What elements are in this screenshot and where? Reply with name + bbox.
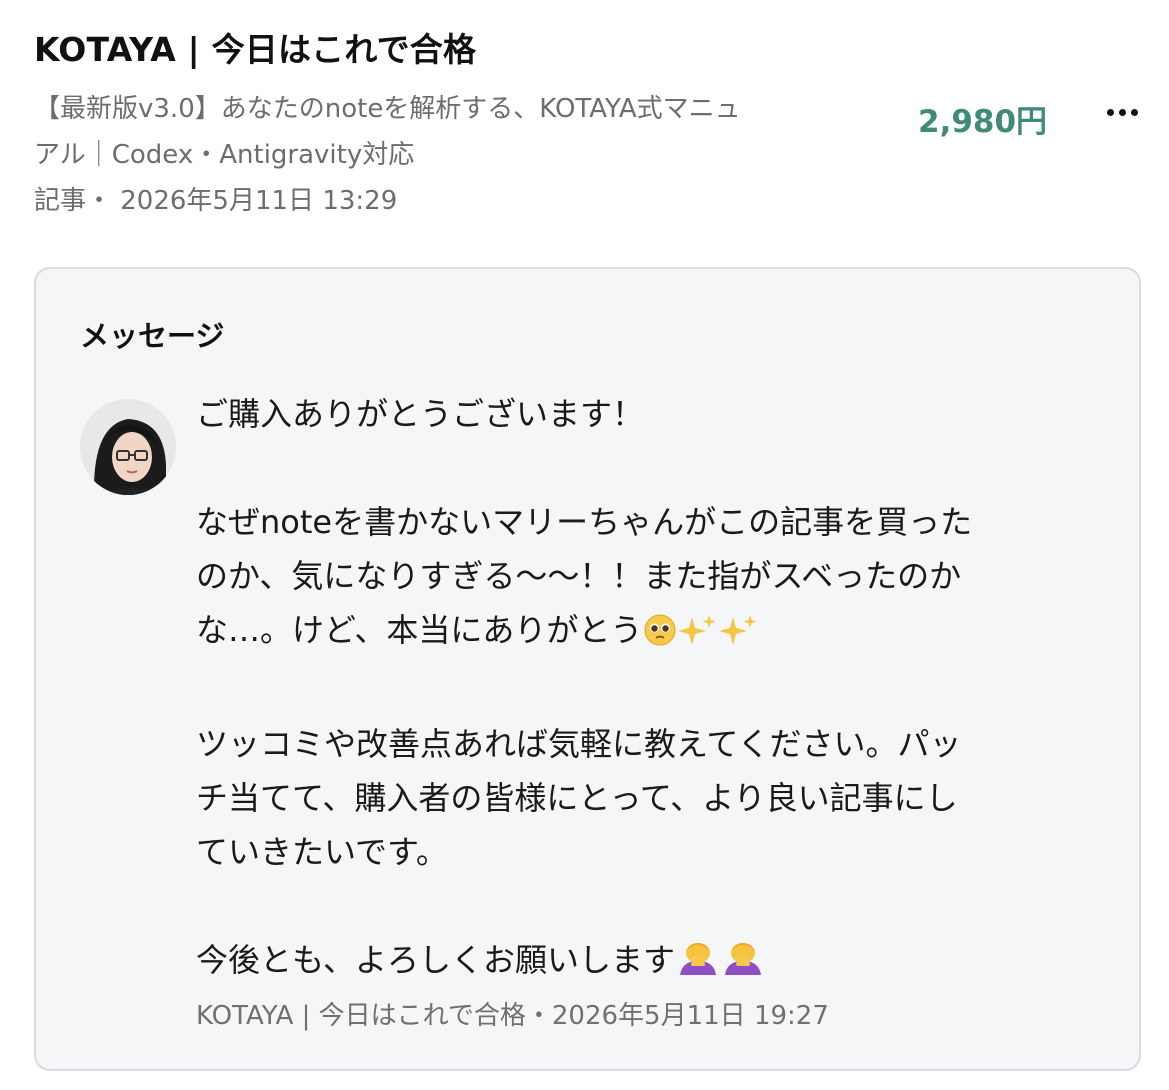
message-heading: メッセージ [80,319,225,353]
pleading-face-emoji-icon [643,609,677,663]
message-footer: KOTAYA | 今日はこれで合格・2026年5月11日 19:27 [196,1001,829,1031]
article-title-line-1: 【最新版v3.0】あなたのnoteを解析する、KOTAYA式マニュ [34,94,741,124]
article-title[interactable]: 【最新版v3.0】あなたのnoteを解析する、KOTAYA式マニュ アル｜Cod… [34,86,882,178]
sender-avatar[interactable] [80,399,176,495]
message-line: ツッコミや改善点あれば気軽に教えてください。パッ [196,725,962,763]
article-row: 【最新版v3.0】あなたのnoteを解析する、KOTAYA式マニュ アル｜Cod… [34,86,1144,224]
purchase-message-screen: KOTAYA | 今日はこれで合格 【最新版v3.0】あなたのnoteを解析する… [0,0,1169,1090]
message-body: ご購入ありがとうございます！ なぜnoteを書かないマリーちゃんがこの記事を買っ… [196,387,1096,1035]
message-line: のか、気になりすぎる〜〜！！また指がスベったのか [196,557,962,595]
message-line-text: な…。けど、本当にありがとう [196,611,643,649]
more-options-button[interactable] [1100,92,1144,132]
message-line-text: 今後とも、よろしくお願いします [196,941,676,979]
avatar-portrait-icon [80,399,176,495]
article-title-line-2: アル｜Codex・Antigravity対応 [34,140,415,170]
article-header: KOTAYA | 今日はこれで合格 【最新版v3.0】あなたのnoteを解析する… [34,28,1144,224]
message-line: ご購入ありがとうございます！ [196,395,645,433]
person-bowing-emoji-icon [676,937,720,993]
creator-title[interactable]: KOTAYA | 今日はこれで合格 [34,28,1144,72]
message-line: ていきたいです。 [196,833,448,871]
sparkles-emoji-icon [719,609,759,663]
price-label: 2,980円 [918,104,1048,140]
message-line-with-emoji: 今後とも、よろしくお願いします [196,933,1096,993]
message-line: チ当てて、購入者の皆様にとって、より良い記事にし [196,779,958,817]
article-meta: 記事・ 2026年5月11日 13:29 [34,186,398,216]
more-horizontal-icon [1106,108,1138,116]
person-bowing-emoji-icon [721,937,765,993]
sparkles-emoji-icon [678,609,718,663]
message-line-with-emoji: な…。けど、本当にありがとう [196,603,1096,663]
message-card: メッセージ ご購入ありがとうございます！ なぜnoteを書かないマリーちゃんがこ… [34,267,1141,1071]
message-line: なぜnoteを書かないマリーちゃんがこの記事を買った [196,503,973,541]
